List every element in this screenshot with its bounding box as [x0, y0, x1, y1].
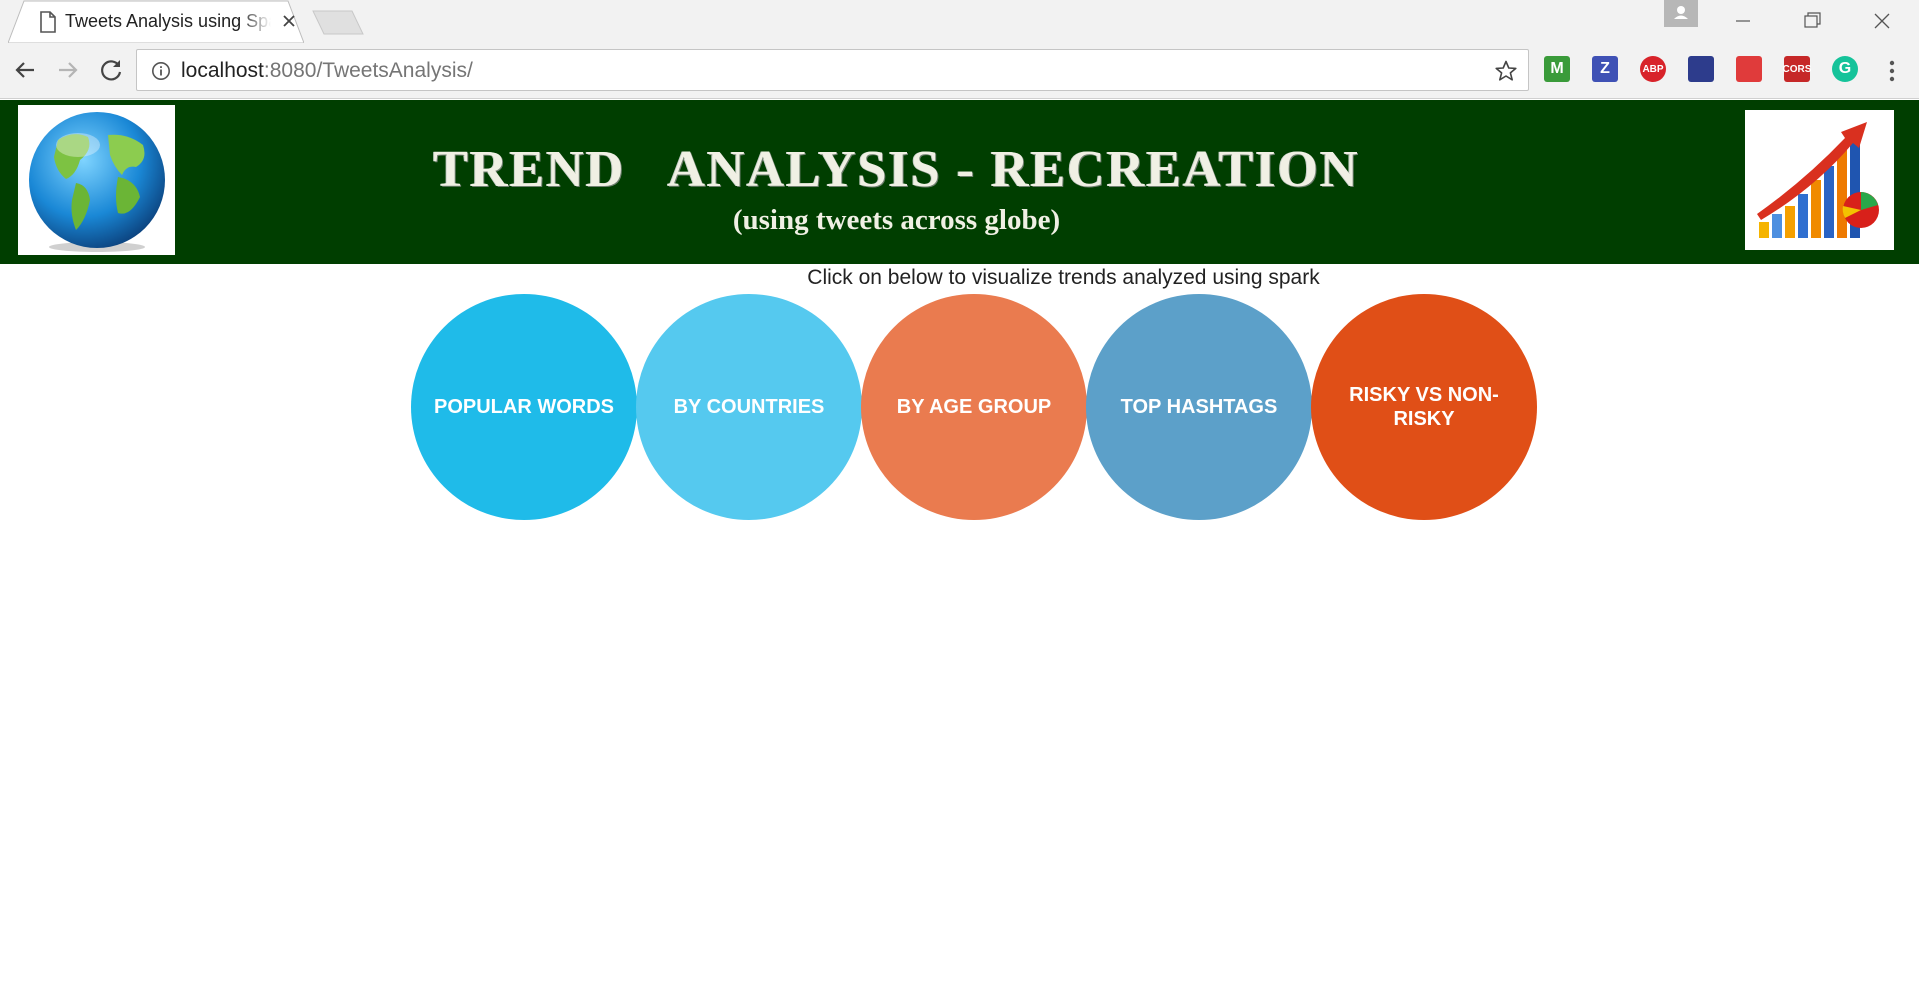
by-countries-button[interactable]: BY COUNTRIES [636, 294, 862, 520]
instruction-text: Click on below to visualize trends analy… [807, 266, 1320, 289]
bookmark-star-icon[interactable] [1494, 59, 1518, 83]
back-arrow-icon[interactable] [10, 55, 40, 85]
profile-button[interactable] [1664, 0, 1698, 27]
popular-words-button[interactable]: POPULAR WORDS [411, 294, 637, 520]
growth-chart-logo [1745, 110, 1894, 250]
by-countries-label: BY COUNTRIES [673, 396, 825, 418]
browser-toolbar: localhost:8080/TweetsAnalysis/ M Z ABP CORS… [0, 43, 1919, 99]
restore-icon[interactable] [1792, 6, 1832, 36]
web-page: TREND ANALYSIS - RECREATION (using tweet… [0, 100, 1919, 1006]
browser-titlebar: Tweets Analysis using Spark [0, 0, 1919, 43]
header-banner: TREND ANALYSIS - RECREATION (using tweet… [0, 100, 1919, 264]
risky-vs-non-risky-label: RISKY VS NON-RISKY [1349, 384, 1499, 430]
popular-words-label: POPULAR WORDS [434, 396, 614, 418]
adblock-plus-icon[interactable]: ABP [1640, 56, 1666, 82]
url-path: :8080/TweetsAnalysis/ [263, 59, 473, 82]
forward-arrow-icon[interactable] [53, 55, 83, 85]
extension-icon-5[interactable] [1736, 56, 1762, 82]
menu-dots-icon[interactable] [1880, 57, 1904, 85]
trend-buttons: POPULAR WORDS BY COUNTRIES BY AGE GROUP … [411, 294, 1539, 522]
extension-icon-4[interactable] [1688, 56, 1714, 82]
reload-icon[interactable] [96, 55, 126, 85]
growth-chart-icon [1757, 122, 1879, 238]
new-tab-button[interactable] [312, 10, 364, 35]
info-icon[interactable] [151, 61, 171, 81]
page-icon [40, 11, 56, 33]
page-title: TREND ANALYSIS - RECREATION [433, 141, 1360, 198]
url-host: localhost [181, 59, 264, 82]
close-window-icon[interactable] [1862, 6, 1902, 36]
close-tab-icon[interactable] [281, 13, 297, 29]
url-text[interactable]: localhost:8080/TweetsAnalysis/ [181, 59, 473, 83]
top-hashtags-button[interactable]: TOP HASHTAGS [1086, 294, 1312, 520]
page-subtitle: (using tweets across globe) [732, 204, 1061, 236]
address-bar[interactable]: localhost:8080/TweetsAnalysis/ [136, 49, 1529, 91]
tab-title: Tweets Analysis using Spark [65, 11, 271, 31]
z-extension-icon[interactable]: Z [1592, 56, 1618, 82]
user-icon [1674, 6, 1688, 19]
minimize-icon[interactable] [1723, 6, 1763, 36]
cors-extension-icon[interactable]: CORS [1783, 56, 1811, 82]
by-age-group-button[interactable]: BY AGE GROUP [861, 294, 1087, 520]
grammarly-icon[interactable]: G [1832, 56, 1858, 82]
browser-tab[interactable]: Tweets Analysis using Spark [8, 0, 304, 43]
risky-vs-non-risky-button[interactable]: RISKY VS NON-RISKY [1311, 294, 1537, 520]
top-hashtags-label: TOP HASHTAGS [1120, 396, 1278, 418]
m-extension-icon[interactable]: M [1544, 56, 1570, 82]
by-age-group-label: BY AGE GROUP [896, 396, 1052, 418]
